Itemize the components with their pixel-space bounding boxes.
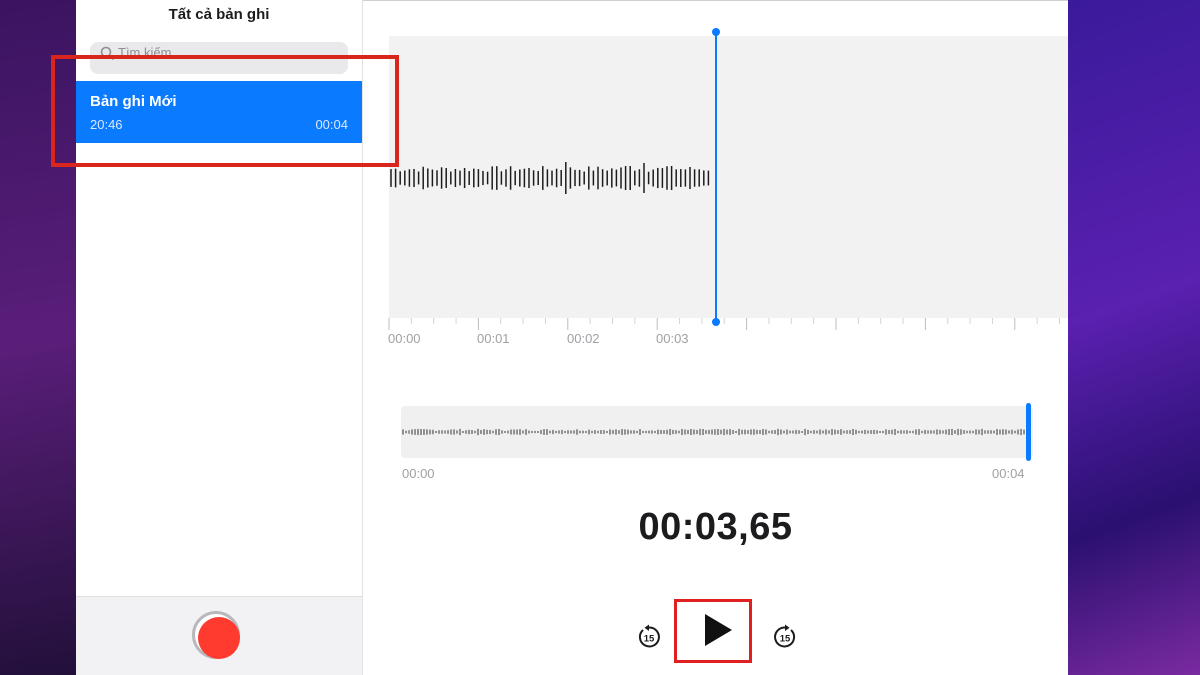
timeline-label: 00:01	[477, 331, 510, 346]
recording-duration: 00:04	[315, 117, 348, 132]
timeline-label: 00:02	[567, 331, 600, 346]
overview-end-label: 00:04	[992, 466, 1025, 481]
play-icon	[705, 614, 732, 646]
recordings-sidebar: Tất cả bản ghi Tìm kiếm Bản ghi Mới 20:4…	[76, 0, 363, 675]
desktop-wallpaper-left	[0, 0, 76, 675]
overview-position-handle[interactable]	[1026, 403, 1031, 461]
sidebar-footer	[76, 596, 362, 675]
search-icon	[100, 46, 114, 60]
waveform-left-margin	[363, 36, 389, 318]
record-button[interactable]	[192, 611, 240, 659]
recording-name: Bản ghi Mới	[90, 93, 177, 110]
timeline-label: 00:00	[388, 331, 421, 346]
playhead-top-handle[interactable]	[712, 28, 720, 36]
timeline-label: 00:03	[656, 331, 689, 346]
skip-back-label: 15	[644, 634, 655, 645]
overview-scrubber[interactable]	[401, 403, 1033, 461]
playhead[interactable]	[712, 28, 720, 326]
desktop-wallpaper-right	[1068, 0, 1200, 675]
skip-forward-15-icon[interactable]: 15	[772, 624, 798, 650]
search-field[interactable]: Tìm kiếm	[90, 42, 348, 74]
skip-forward-label: 15	[780, 634, 791, 645]
recording-editor: 00:00 00:01 00:02 00:03 00:00 00:04 00:0…	[363, 0, 1068, 675]
toolbar-divider	[363, 0, 1068, 1]
sidebar-title: Tất cả bản ghi	[168, 6, 270, 23]
record-icon	[198, 617, 240, 659]
playhead-bottom-handle[interactable]	[712, 318, 720, 326]
recording-item[interactable]: Bản ghi Mới 20:46 00:04	[76, 81, 362, 143]
search-placeholder: Tìm kiếm	[118, 45, 172, 60]
current-time-display: 00:03,65	[638, 506, 793, 548]
overview-start-label: 00:00	[402, 466, 435, 481]
playback-controls: 15 15	[363, 596, 1068, 675]
skip-back-15-icon[interactable]: 15	[636, 624, 662, 650]
voice-memos-window: Tất cả bản ghi Tìm kiếm Bản ghi Mới 20:4…	[76, 0, 1068, 675]
recording-time: 20:46	[90, 117, 123, 132]
play-button[interactable]	[674, 599, 752, 663]
overview-waveform	[402, 428, 1025, 436]
